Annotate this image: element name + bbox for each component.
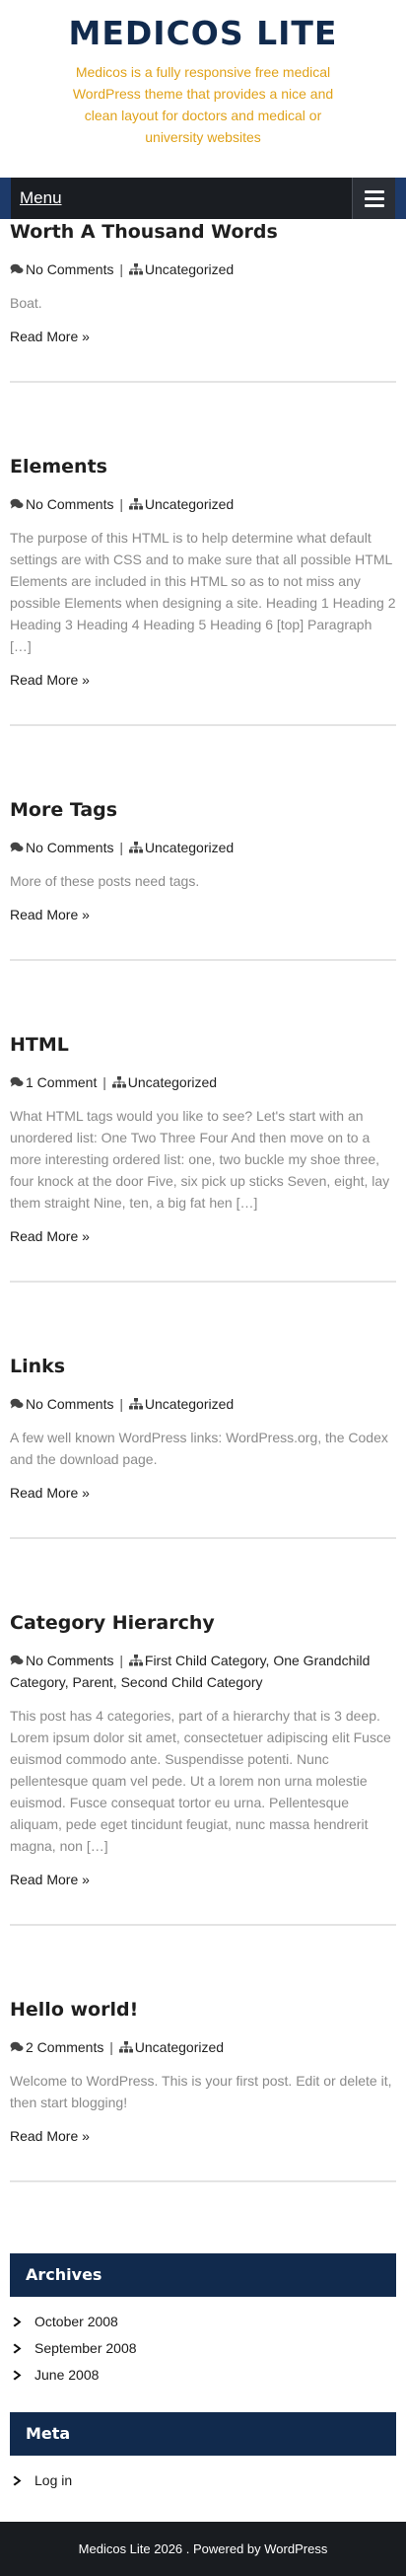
meta-link-label: Log in — [34, 2472, 73, 2488]
read-more-link[interactable]: Read More » — [10, 326, 90, 347]
post-excerpt: More of these posts need tags. — [10, 873, 200, 889]
post-title[interactable]: Elements — [10, 454, 396, 479]
sitemap-icon — [128, 496, 145, 512]
post-meta: No Comments | Uncategorized — [10, 493, 396, 515]
post-meta: 1 Comment | Uncategorized — [10, 1071, 396, 1093]
post-title[interactable]: More Tags — [10, 797, 396, 823]
read-more-link[interactable]: Read More » — [10, 2125, 90, 2147]
sitemap-icon — [128, 1653, 145, 1668]
category-links[interactable]: Uncategorized — [145, 1396, 234, 1412]
site-header: MEDICOS LITE Medicos is a fully responsi… — [0, 0, 406, 178]
meta-link[interactable]: Log in — [10, 2467, 396, 2494]
post: HTML 1 Comment | Uncategorized What HTML t… — [10, 1032, 396, 1283]
post: Links No Comments | Uncategorized A few we… — [10, 1354, 396, 1539]
comments-link[interactable]: No Comments — [26, 1396, 113, 1412]
post-excerpt: What HTML tags would you like to see? Le… — [10, 1108, 390, 1211]
post-list: Worth A Thousand Words No Comments | Unca… — [0, 219, 406, 2182]
comments-icon — [10, 840, 26, 855]
menu-link[interactable]: Menu — [20, 188, 62, 208]
post: Hello world! 2 Comments | Uncategorized We… — [10, 1997, 396, 2182]
archives-list: October 2008 September 2008 June 2008 — [10, 2297, 396, 2389]
comments-icon — [10, 1396, 26, 1412]
sidebar: Archives October 2008 September 2008 June … — [0, 2253, 406, 2494]
comments-link[interactable]: 2 Comments — [26, 2039, 103, 2055]
post-excerpt: The purpose of this HTML is to help dete… — [10, 530, 396, 654]
archive-link-label: September 2008 — [34, 2340, 137, 2356]
read-more-link[interactable]: Read More » — [10, 1225, 90, 1247]
comments-icon — [10, 2039, 26, 2055]
meta-separator: | — [115, 1396, 127, 1412]
sitemap-icon — [128, 261, 145, 277]
category-links[interactable]: Uncategorized — [145, 496, 234, 512]
post-title[interactable]: Category Hierarchy — [10, 1610, 396, 1636]
sitemap-icon — [111, 1074, 128, 1090]
meta-separator: | — [105, 2039, 117, 2055]
archives-widget-title: Archives — [10, 2253, 396, 2297]
read-more-link[interactable]: Read More » — [10, 904, 90, 925]
post-meta: No Comments | Uncategorized — [10, 258, 396, 280]
comments-link[interactable]: 1 Comment — [26, 1074, 97, 1090]
comments-link[interactable]: No Comments — [26, 1653, 113, 1668]
read-more-link[interactable]: Read More » — [10, 1482, 90, 1504]
comments-icon — [10, 1074, 26, 1090]
comments-link[interactable]: No Comments — [26, 840, 113, 855]
archive-link[interactable]: October 2008 — [10, 2309, 396, 2335]
post-title[interactable]: Hello world! — [10, 1997, 396, 2023]
sitemap-icon — [128, 1396, 145, 1412]
footer-text: Medicos Lite 2026 . Powered by WordPress — [78, 2541, 328, 2556]
post-excerpt: Welcome to WordPress. This is your first… — [10, 2073, 392, 2110]
post: Elements No Comments | Uncategorized The p… — [10, 454, 396, 726]
post-title[interactable]: Worth A Thousand Words — [10, 219, 396, 245]
meta-widget-title: Meta — [10, 2412, 396, 2456]
post-excerpt: This post has 4 categories, part of a hi… — [10, 1708, 391, 1854]
category-links[interactable]: Uncategorized — [145, 840, 234, 855]
site-title[interactable]: MEDICOS LITE — [0, 14, 406, 53]
site-description: Medicos is a fully responsive free medic… — [72, 64, 334, 145]
archive-link-label: June 2008 — [34, 2367, 100, 2383]
post-meta: No Comments | First Child Category, One … — [10, 1650, 396, 1693]
post-excerpt: A few well known WordPress links: WordPr… — [10, 1430, 388, 1467]
meta-widget: Meta Log in — [10, 2412, 396, 2494]
post: Worth A Thousand Words No Comments | Unca… — [10, 219, 396, 383]
post-title[interactable]: Links — [10, 1354, 396, 1379]
sitemap-icon — [118, 2039, 135, 2055]
comments-link[interactable]: No Comments — [26, 261, 113, 277]
archives-widget: Archives October 2008 September 2008 June … — [10, 2253, 396, 2389]
comments-link[interactable]: No Comments — [26, 496, 113, 512]
comments-icon — [10, 496, 26, 512]
read-more-link[interactable]: Read More » — [10, 1869, 90, 1890]
meta-separator: | — [115, 840, 127, 855]
post-excerpt: Boat. — [10, 295, 42, 311]
post-meta: 2 Comments | Uncategorized — [10, 2036, 396, 2058]
post-meta: No Comments | Uncategorized — [10, 1393, 396, 1415]
category-links[interactable]: Uncategorized — [128, 1074, 217, 1090]
sitemap-icon — [128, 840, 145, 855]
meta-separator: | — [115, 261, 127, 277]
meta-list: Log in — [10, 2456, 396, 2494]
category-links[interactable]: Uncategorized — [135, 2039, 224, 2055]
post: More Tags No Comments | Uncategorized More… — [10, 797, 396, 961]
comments-icon — [10, 1653, 26, 1668]
meta-separator: | — [99, 1074, 110, 1090]
read-more-link[interactable]: Read More » — [10, 669, 90, 691]
comments-icon — [10, 261, 26, 277]
main-nav: Menu — [0, 178, 406, 219]
hamburger-icon[interactable] — [352, 178, 395, 219]
post: Category Hierarchy No Comments | First Ch… — [10, 1610, 396, 1926]
archive-link[interactable]: June 2008 — [10, 2362, 396, 2389]
category-links[interactable]: Uncategorized — [145, 261, 234, 277]
meta-separator: | — [115, 496, 127, 512]
archive-link-label: October 2008 — [34, 2314, 118, 2329]
site-footer: Medicos Lite 2026 . Powered by WordPress — [0, 2522, 406, 2576]
post-title[interactable]: HTML — [10, 1032, 396, 1058]
post-meta: No Comments | Uncategorized — [10, 837, 396, 858]
meta-separator: | — [115, 1653, 127, 1668]
archive-link[interactable]: September 2008 — [10, 2335, 396, 2362]
